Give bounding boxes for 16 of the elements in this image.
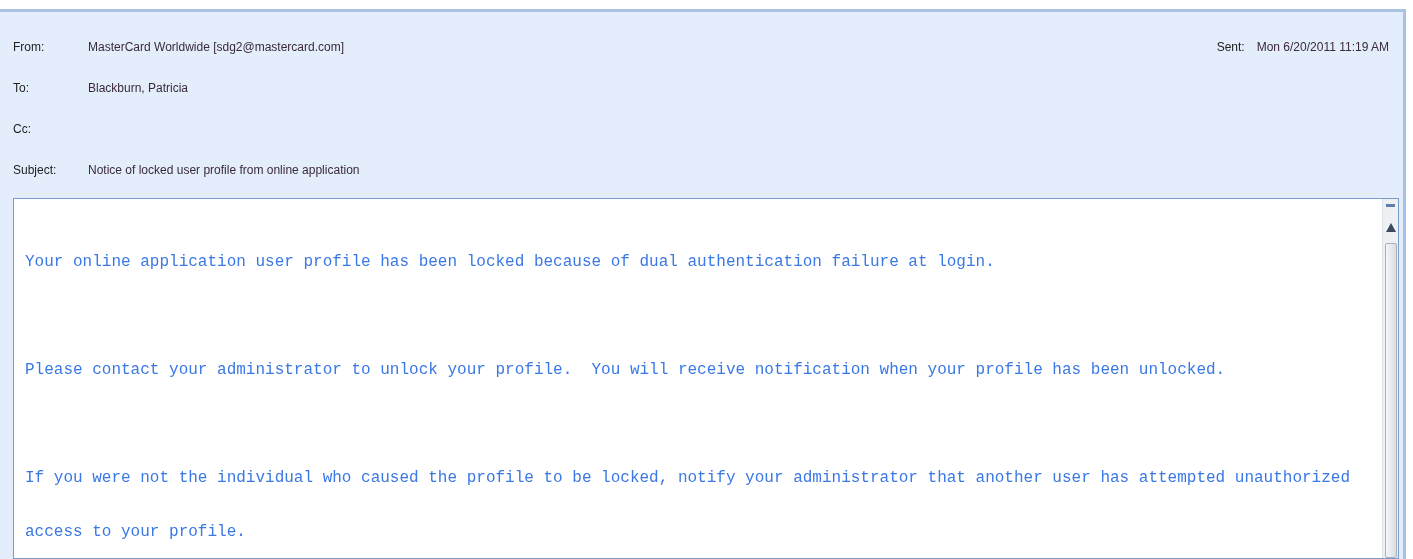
- split-handle[interactable]: [1386, 204, 1395, 207]
- scroll-thumb[interactable]: [1384, 243, 1397, 558]
- field-label: From:: [13, 39, 46, 54]
- sent-label: Sent:: [1216, 39, 1245, 54]
- body-paragraph: If you were not the individual who caused the profile to be locked, notify your administrator that another user has attempted unauthorized access to your profile.: [25, 468, 1351, 543]
- field-value: Notice of locked user profile from online application: [88, 162, 360, 177]
- scrollbar[interactable]: [1382, 199, 1398, 558]
- sent-date: Mon 6/20/2011 11:19 AM: [1256, 39, 1389, 54]
- body-paragraph: Please contact your administrator to unlock your profile. You will receive notification when your profile has been unlocked.: [25, 360, 1227, 381]
- field-label: To:: [13, 80, 30, 95]
- field-value: Blackburn, Patricia: [88, 80, 189, 95]
- field-value: MasterCard Worldwide [sdg2@mastercard.com]: [88, 39, 345, 54]
- field-label: Cc:: [13, 121, 32, 136]
- body-paragraph: Your online application user profile has been locked because of dual authentication failure at login.: [25, 252, 996, 273]
- field-label: Subject:: [13, 162, 58, 177]
- scroll-up-icon[interactable]: [1385, 223, 1396, 232]
